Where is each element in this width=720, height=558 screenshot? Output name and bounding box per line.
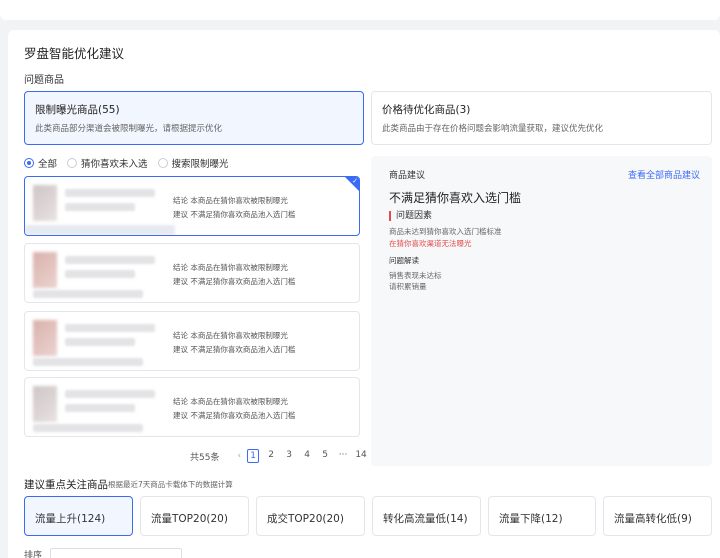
radio-guess-not-selected[interactable]: 猜你喜欢未入选: [67, 156, 148, 170]
product-image: [33, 320, 57, 356]
section-title: 罗盘智能优化建议: [24, 46, 125, 61]
tab-desc: 此类商品部分渠道会被限制曝光，请根据提示优化: [35, 124, 223, 134]
page-5[interactable]: 5: [319, 449, 331, 463]
product-item[interactable]: 结论 本商品在猜你喜欢被限制曝光 建议 不满足猜你喜欢商品池入选门槛: [24, 311, 360, 371]
product-meta-blur: [33, 290, 143, 298]
product-meta-blur: [33, 358, 143, 366]
product-subtitle-blur: [65, 270, 135, 278]
page-1[interactable]: 1: [247, 449, 260, 463]
radio-dot: [24, 158, 34, 168]
tab-price-optimize[interactable]: 价格待优化商品(3) 此类商品由于存在价格问题会影响流量获取，建议优先优化: [371, 91, 712, 145]
problem-products-label: 问题商品: [24, 75, 64, 86]
focus-tab-traffic-top20[interactable]: 流量TOP20(20): [140, 496, 249, 536]
product-conclusion: 结论 本商品在猜你喜欢被限制曝光: [173, 397, 288, 406]
radio-label: 猜你喜欢未入选: [81, 159, 148, 170]
page-ellipsis[interactable]: ···: [337, 449, 349, 463]
radio-label: 全部: [38, 159, 58, 170]
product-info: 结论 本商品在猜你喜欢被限制曝光 建议 不满足猜你喜欢商品池入选门槛: [173, 261, 295, 289]
focus-tab-traffic-down[interactable]: 流量下降(12): [488, 496, 596, 536]
product-image: [33, 386, 57, 422]
product-item[interactable]: 结论 本商品在猜你喜欢被限制曝光 建议 不满足猜你喜欢商品池入选门槛: [24, 243, 360, 303]
focus-tab-deal-top20[interactable]: 成交TOP20(20): [256, 496, 365, 536]
focus-title: 建议重点关注商品: [24, 479, 108, 491]
product-suggestion: 建议 不满足猜你喜欢商品池入选门槛: [173, 345, 296, 354]
page-4[interactable]: 4: [301, 449, 313, 463]
focus-tab-traffic-up[interactable]: 流量上升(124): [24, 496, 133, 536]
product-conclusion: 结论 本商品在猜你喜欢被限制曝光: [173, 331, 288, 340]
tab-desc: 此类商品由于存在价格问题会影响流量获取，建议优先优化: [382, 124, 604, 134]
page-3[interactable]: 3: [283, 449, 295, 463]
focus-note: 根据最近7天商品卡载体下的数据计算: [108, 480, 233, 489]
sort-row: 排序: [24, 548, 183, 558]
product-image: [33, 185, 57, 221]
product-info: 结论 本商品在猜你喜欢被限制曝光 建议 不满足猜你喜欢商品池入选门槛: [173, 329, 295, 357]
product-conclusion: 结论 本商品在猜你喜欢被限制曝光: [173, 196, 288, 205]
cause-desc: 商品未达到猜你喜欢入选门槛标准: [389, 227, 502, 236]
product-title-blur: [65, 189, 155, 197]
product-item[interactable]: 结论 本商品在猜你喜欢被限制曝光 建议 不满足猜你喜欢商品池入选门槛 ✓: [24, 176, 360, 236]
view-all-suggestions-link[interactable]: 查看全部商品建议: [628, 168, 700, 181]
product-meta-blur: [25, 225, 175, 235]
solution-title: 问题解读: [389, 256, 419, 265]
radio-search-limited[interactable]: 搜索限制曝光: [157, 156, 229, 170]
radio-all[interactable]: 全部: [24, 156, 57, 170]
solution-line: 请积累销量: [389, 282, 427, 291]
product-subtitle-blur: [65, 404, 135, 412]
sort-select[interactable]: [50, 548, 183, 558]
product-title-blur: [65, 256, 155, 264]
product-image: [33, 252, 57, 288]
detail-header: 商品建议: [389, 171, 426, 181]
suggestion-detail-panel: 商品建议 查看全部商品建议 不满足猜你喜欢入选门槛 问题因素 商品未达到猜你喜欢…: [371, 156, 712, 466]
detail-headline: 不满足猜你喜欢入选门槛: [389, 191, 522, 205]
focus-tab-high-traffic-low-conv[interactable]: 流量高转化低(9): [603, 496, 712, 536]
product-info: 结论 本商品在猜你喜欢被限制曝光 建议 不满足猜你喜欢商品池入选门槛: [173, 194, 295, 222]
sort-label: 排序: [24, 551, 43, 558]
tab-limited-exposure[interactable]: 限制曝光商品(55) 此类商品部分渠道会被限制曝光，请根据提示优化: [24, 91, 364, 145]
product-conclusion: 结论 本商品在猜你喜欢被限制曝光: [173, 263, 288, 272]
product-title-blur: [65, 324, 155, 332]
filter-radio-group: 全部 猜你喜欢未入选 搜索限制曝光: [24, 156, 229, 170]
product-title-blur: [65, 390, 155, 398]
pagination-total: 共55条: [190, 452, 220, 463]
prev-page-icon[interactable]: ‹: [237, 451, 241, 461]
focus-tab-high-conv-low-traffic[interactable]: 转化高流量低(14): [372, 496, 481, 536]
product-suggestion: 建议 不满足猜你喜欢商品池入选门槛: [173, 277, 296, 286]
tab-title: 价格待优化商品(3): [382, 104, 471, 116]
pagination: 共55条 ‹ 1 2 3 4 5 ··· 14 ›: [190, 449, 377, 463]
radio-label: 搜索限制曝光: [171, 159, 229, 170]
top-bar: [0, 0, 720, 20]
cause-warning: 在猜你喜欢渠道无法曝光: [389, 239, 472, 248]
cause-title: 问题因素: [389, 211, 432, 221]
page-2[interactable]: 2: [265, 449, 277, 463]
product-subtitle-blur: [65, 203, 135, 211]
product-meta-blur: [33, 424, 143, 432]
page-14[interactable]: 14: [355, 449, 367, 463]
product-subtitle-blur: [65, 338, 135, 346]
product-suggestion: 建议 不满足猜你喜欢商品池入选门槛: [173, 411, 296, 420]
selected-check-icon: ✓: [345, 177, 359, 191]
radio-dot: [67, 158, 78, 168]
product-item[interactable]: 结论 本商品在猜你喜欢被限制曝光 建议 不满足猜你喜欢商品池入选门槛: [24, 377, 360, 437]
product-suggestion: 建议 不满足猜你喜欢商品池入选门槛: [173, 210, 296, 219]
product-info: 结论 本商品在猜你喜欢被限制曝光 建议 不满足猜你喜欢商品池入选门槛: [173, 395, 295, 423]
tab-title: 限制曝光商品(55): [35, 104, 120, 116]
solution-line: 销售表现未达标: [389, 271, 442, 280]
radio-dot: [157, 158, 168, 168]
